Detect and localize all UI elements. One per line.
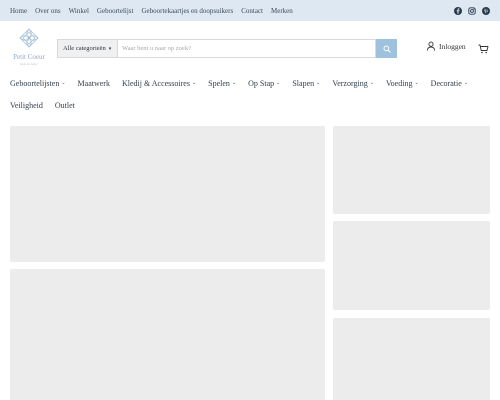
instagram-icon[interactable]: [468, 6, 476, 15]
facebook-icon[interactable]: [454, 6, 462, 15]
search-input[interactable]: [117, 39, 376, 58]
nav-item-outlet[interactable]: Outlet: [55, 101, 75, 110]
nav-item-geboortelijsten[interactable]: Geboortelijsten ⌄: [10, 79, 66, 88]
chevron-down-icon: ⌄: [191, 81, 197, 86]
chevron-down-icon: ⌄: [316, 81, 321, 86]
promo-tile-placeholder-3[interactable]: [333, 318, 490, 400]
category-select[interactable]: Alle categorieën ▾: [57, 39, 117, 58]
nav-item-verzorging[interactable]: Verzorging ⌄: [332, 79, 374, 88]
cart-button[interactable]: [478, 41, 489, 59]
announcement-bar: Home Over ons Winkel Geboortelijst Geboo…: [0, 0, 500, 21]
top-link-winkel[interactable]: Winkel: [69, 7, 89, 15]
nav-item-label: Veiligheid: [10, 100, 43, 110]
chevron-down-icon: ▾: [108, 46, 112, 52]
store-logo[interactable]: P Petit Coeur kids & baby: [8, 27, 50, 67]
search-form: Alle categorieën ▾: [57, 39, 397, 58]
nav-item-maatwerk[interactable]: Maatwerk: [78, 79, 110, 88]
chevron-down-icon: ⌄: [61, 81, 66, 86]
nav-item-kledij-accessoires[interactable]: Kledij & Accessoires ⌄: [122, 79, 196, 88]
promo-tile-placeholder-1[interactable]: [333, 126, 490, 214]
nav-item-label: Kledij & Accessoires: [121, 78, 190, 88]
nav-item-label: Maatwerk: [77, 78, 110, 88]
logo-emblem-icon: P: [19, 28, 39, 48]
nav-item-label: Op Stap: [248, 78, 275, 88]
promo-tile-placeholder-2[interactable]: [333, 221, 490, 310]
chevron-down-icon: ⌄: [369, 81, 374, 86]
top-link-over-ons[interactable]: Over ons: [35, 7, 60, 15]
logo-tagline: kids & baby: [20, 62, 38, 66]
site-header: P Petit Coeur kids & baby Alle categorie…: [0, 21, 500, 73]
top-link-contact[interactable]: Contact: [241, 7, 263, 15]
pinterest-icon[interactable]: [482, 6, 490, 15]
top-link-home[interactable]: Home: [10, 7, 27, 15]
top-link-merken[interactable]: Merken: [271, 7, 293, 15]
nav-row-secondary: Veiligheid Outlet: [10, 98, 490, 112]
top-link-geboortekaartjes[interactable]: Geboortekaartjes en doopsuikers: [141, 7, 233, 15]
top-links: Home Over ons Winkel Geboortelijst Geboo…: [10, 0, 293, 21]
nav-item-op-stap[interactable]: Op Stap ⌄: [248, 79, 280, 88]
login-link[interactable]: Inloggen: [426, 41, 466, 51]
search-icon: [382, 44, 391, 53]
nav-item-label: Slapen: [292, 78, 315, 88]
nav-item-veiligheid[interactable]: Veiligheid: [10, 101, 43, 110]
chevron-down-icon: ⌄: [231, 81, 237, 86]
cart-icon: [478, 44, 489, 54]
chevron-down-icon: ⌄: [414, 81, 419, 86]
chevron-down-icon: ⌄: [463, 81, 468, 86]
main-navigation: Geboortelijsten ⌄ Maatwerk Kledij & Acces…: [10, 76, 490, 120]
user-icon: [426, 41, 436, 51]
featured-banner-placeholder[interactable]: [10, 269, 325, 400]
nav-item-label: Verzorging: [332, 78, 368, 88]
social-links: [454, 0, 490, 21]
nav-item-label: Voeding: [385, 78, 413, 88]
category-select-value: Alle categorieën: [63, 45, 106, 52]
hero-slideshow-placeholder[interactable]: [10, 126, 325, 262]
nav-item-label: Spelen: [208, 78, 230, 88]
nav-item-label: Outlet: [54, 100, 75, 110]
search-button[interactable]: [376, 39, 397, 58]
nav-item-slapen[interactable]: Slapen ⌄: [292, 79, 320, 88]
nav-item-label: Geboortelijsten: [10, 78, 60, 88]
chevron-down-icon: ⌄: [276, 81, 281, 86]
nav-item-spelen[interactable]: Spelen ⌄: [208, 79, 236, 88]
logo-wordmark: Petit Coeur: [13, 53, 45, 61]
top-link-geboortelijst[interactable]: Geboortelijst: [97, 7, 134, 15]
nav-item-decoratie[interactable]: Decoratie ⌄: [431, 79, 468, 88]
nav-row-primary: Geboortelijsten ⌄ Maatwerk Kledij & Acces…: [10, 76, 490, 90]
nav-item-label: Decoratie: [430, 78, 462, 88]
nav-item-voeding[interactable]: Voeding ⌄: [386, 79, 419, 88]
login-label: Inloggen: [439, 41, 466, 51]
